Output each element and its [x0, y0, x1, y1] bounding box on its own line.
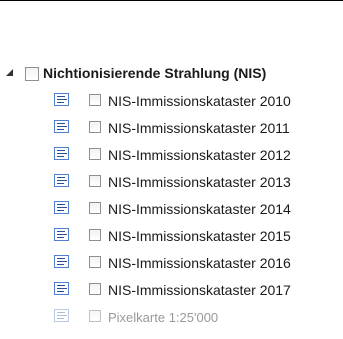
- legend-icon[interactable]: [54, 174, 69, 187]
- layer-checkbox[interactable]: [89, 256, 101, 268]
- layer-item[interactable]: NIS-Immissionskataster 2016: [0, 251, 343, 273]
- layer-item[interactable]: NIS-Immissionskataster 2011: [0, 116, 343, 138]
- layer-item[interactable]: NIS-Immissionskataster 2014: [0, 197, 343, 219]
- layer-label[interactable]: NIS-Immissionskataster 2014: [108, 201, 291, 217]
- expand-collapse-icon[interactable]: [6, 69, 13, 76]
- layer-label[interactable]: NIS-Immissionskataster 2010: [108, 93, 291, 109]
- layer-checkbox[interactable]: [89, 121, 101, 133]
- legend-icon[interactable]: [54, 228, 69, 241]
- layer-group-nis[interactable]: Nichtionisierende Strahlung (NIS): [0, 62, 343, 84]
- layer-checkbox[interactable]: [89, 94, 101, 106]
- legend-icon[interactable]: [54, 201, 69, 214]
- legend-icon[interactable]: [54, 120, 69, 133]
- layer-item[interactable]: NIS-Immissionskataster 2017: [0, 278, 343, 300]
- layer-label[interactable]: NIS-Immissionskataster 2015: [108, 228, 291, 244]
- layer-item[interactable]: NIS-Immissionskataster 2015: [0, 224, 343, 246]
- layer-label[interactable]: NIS-Immissionskataster 2011: [108, 120, 290, 136]
- legend-icon[interactable]: [54, 147, 69, 160]
- layer-label[interactable]: NIS-Immissionskataster 2017: [108, 282, 291, 298]
- layer-checkbox[interactable]: [89, 175, 101, 187]
- legend-icon[interactable]: [54, 93, 69, 106]
- layer-item-disabled: Pixelkarte 1:25'000: [0, 305, 343, 327]
- legend-icon: [54, 309, 69, 322]
- layer-checkbox[interactable]: [89, 229, 101, 241]
- layer-item[interactable]: NIS-Immissionskataster 2013: [0, 170, 343, 192]
- layer-checkbox[interactable]: [89, 283, 101, 295]
- layer-label[interactable]: NIS-Immissionskataster 2016: [108, 255, 291, 271]
- group-label[interactable]: Nichtionisierende Strahlung (NIS): [43, 65, 266, 81]
- top-divider: [0, 0, 343, 1]
- group-checkbox[interactable]: [25, 67, 39, 81]
- layer-checkbox: [89, 310, 101, 322]
- layer-checkbox[interactable]: [89, 148, 101, 160]
- layer-label[interactable]: NIS-Immissionskataster 2013: [108, 174, 291, 190]
- layer-item[interactable]: NIS-Immissionskataster 2012: [0, 143, 343, 165]
- layer-item[interactable]: NIS-Immissionskataster 2010: [0, 89, 343, 111]
- layer-label[interactable]: NIS-Immissionskataster 2012: [108, 147, 291, 163]
- legend-icon[interactable]: [54, 282, 69, 295]
- layer-tree-panel: Nichtionisierende Strahlung (NIS) NIS-Im…: [0, 0, 343, 339]
- layer-label: Pixelkarte 1:25'000: [108, 310, 219, 325]
- legend-icon[interactable]: [54, 255, 69, 268]
- layer-checkbox[interactable]: [89, 202, 101, 214]
